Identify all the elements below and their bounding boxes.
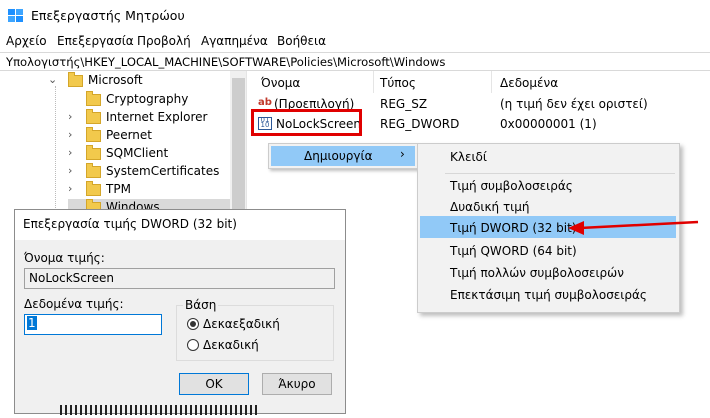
string-value-icon: ab bbox=[258, 97, 272, 108]
address-bar[interactable]: Υπολογιστής\HKEY_LOCAL_MACHINE\SOFTWARE\… bbox=[0, 52, 710, 71]
value-name-label: Όνομα τιμής: bbox=[24, 251, 105, 265]
regedit-app-icon bbox=[8, 9, 23, 22]
address-path[interactable]: Υπολογιστής\HKEY_LOCAL_MACHINE\SOFTWARE\… bbox=[6, 55, 445, 69]
tree-item-label: Internet Explorer bbox=[106, 110, 208, 124]
submenu-item-binary-value[interactable]: Δυαδική τιμή bbox=[450, 200, 529, 214]
chevron-right-icon[interactable]: › bbox=[68, 164, 72, 177]
column-header-name[interactable]: Όνομα bbox=[261, 76, 300, 90]
value-name-text: NoLockScreen bbox=[29, 271, 114, 285]
menu-favorites[interactable]: Αγαπημένα bbox=[201, 34, 268, 48]
value-data-text[interactable]: 1 bbox=[27, 316, 37, 330]
base-groupbox bbox=[176, 305, 334, 361]
folder-icon bbox=[86, 145, 101, 160]
folder-icon bbox=[86, 181, 101, 196]
submenu-item-key[interactable]: Κλειδί bbox=[450, 150, 487, 164]
value-data-field[interactable] bbox=[24, 314, 162, 335]
window-title: Επεξεργαστής Μητρώου bbox=[31, 8, 185, 23]
value-type: REG_DWORD bbox=[380, 117, 460, 131]
tree-item-label: SQMClient bbox=[106, 146, 169, 160]
folder-icon bbox=[86, 91, 101, 106]
submenu-item-string-value[interactable]: Τιμή συμβολοσειράς bbox=[450, 179, 573, 193]
chevron-right-icon[interactable]: › bbox=[68, 128, 72, 141]
base-label: Βάση bbox=[183, 298, 219, 312]
dialog-title: Επεξεργασία τιμής DWORD (32 bit) bbox=[23, 217, 237, 231]
tree-item-label: Cryptography bbox=[106, 92, 189, 106]
tree-item-label: Peernet bbox=[106, 128, 152, 142]
column-header-type[interactable]: Τύπος bbox=[380, 76, 416, 90]
submenu-item-dword-value[interactable]: Τιμή DWORD (32 bit) bbox=[450, 221, 577, 235]
context-menu-item-new[interactable]: Δημιουργία › bbox=[271, 146, 415, 166]
chevron-right-icon: › bbox=[400, 147, 405, 161]
chevron-down-icon[interactable]: ⌄ bbox=[48, 73, 57, 86]
chevron-right-icon[interactable]: › bbox=[68, 182, 72, 195]
value-data-label: Δεδομένα τιμής: bbox=[24, 297, 124, 311]
column-divider[interactable] bbox=[373, 71, 374, 93]
radio-hexadecimal-label[interactable]: Δεκαεξαδική bbox=[203, 317, 280, 331]
chevron-right-icon[interactable]: › bbox=[68, 146, 72, 159]
value-type: REG_SZ bbox=[380, 97, 428, 111]
context-menu-item-label: Δημιουργία bbox=[304, 149, 373, 163]
tree-item-label: Microsoft bbox=[88, 73, 143, 87]
value-data: 0x00000001 (1) bbox=[500, 117, 597, 131]
menu-view[interactable]: Προβολή bbox=[137, 34, 191, 48]
ok-button[interactable]: OK bbox=[179, 373, 249, 395]
tree-guide-line bbox=[55, 86, 57, 216]
folder-icon bbox=[68, 72, 83, 87]
tree-scrollbar-thumb[interactable] bbox=[232, 78, 245, 218]
annotation-arrow-icon bbox=[568, 220, 699, 235]
submenu-item-multi-string-value[interactable]: Τιμή πολλών συμβολοσειρών bbox=[450, 266, 624, 280]
menu-edit[interactable]: Επεξεργασία bbox=[57, 34, 134, 48]
value-data: (η τιμή δεν έχει οριστεί) bbox=[500, 97, 648, 111]
radio-decimal[interactable] bbox=[187, 339, 199, 351]
tree-item-label: TPM bbox=[106, 182, 131, 196]
radio-decimal-label[interactable]: Δεκαδική bbox=[203, 338, 259, 352]
taskbar-glimpse bbox=[60, 404, 260, 415]
folder-icon bbox=[86, 109, 101, 124]
submenu-item-qword-value[interactable]: Τιμή QWORD (64 bit) bbox=[450, 244, 577, 258]
menu-separator bbox=[445, 173, 675, 174]
cancel-button[interactable]: Άκυρο bbox=[262, 373, 332, 395]
menu-help[interactable]: Βοήθεια bbox=[277, 34, 326, 48]
tree-item-label: SystemCertificates bbox=[106, 164, 220, 178]
menu-file[interactable]: Αρχείο bbox=[6, 34, 47, 48]
folder-icon bbox=[86, 127, 101, 142]
column-divider[interactable] bbox=[491, 71, 492, 93]
chevron-right-icon[interactable]: › bbox=[68, 110, 72, 123]
folder-icon bbox=[86, 163, 101, 178]
annotation-highlight-box bbox=[251, 109, 362, 136]
column-header-data[interactable]: Δεδομένα bbox=[500, 76, 558, 90]
radio-hexadecimal[interactable] bbox=[187, 318, 199, 330]
submenu-item-expandable-string-value[interactable]: Επεκτάσιμη τιμή συμβολοσειράς bbox=[450, 288, 647, 302]
menu-bar: Αρχείο Επεξεργασία Προβολή Αγαπημένα Βοή… bbox=[0, 32, 710, 52]
